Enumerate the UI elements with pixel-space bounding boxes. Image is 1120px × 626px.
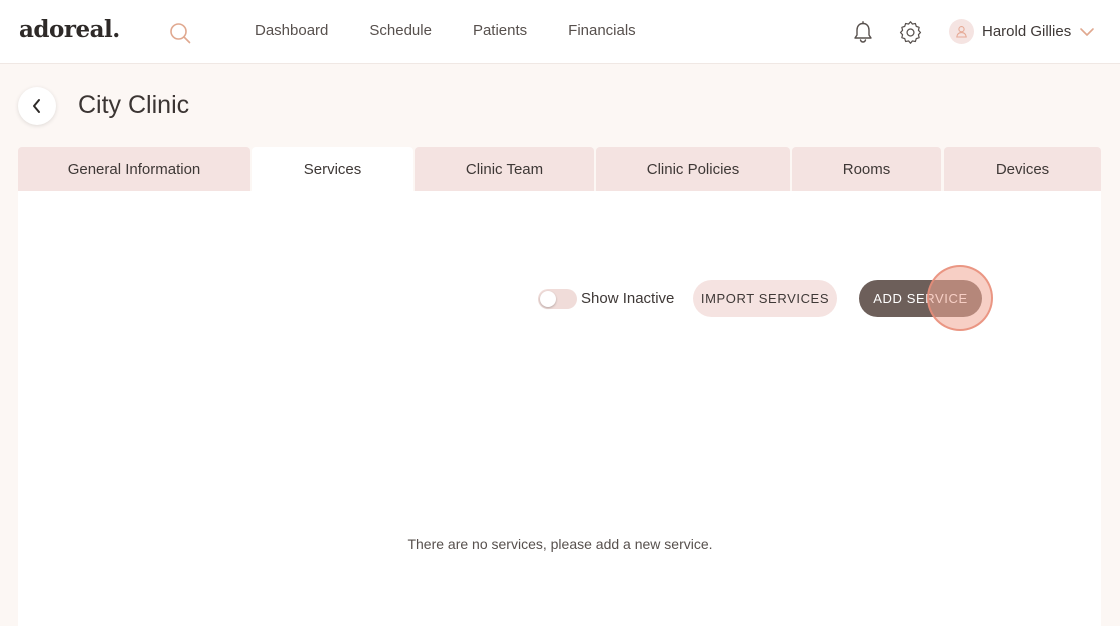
logo[interactable]: adoreal. (19, 16, 120, 43)
user-menu[interactable]: Harold Gillies (949, 19, 1095, 44)
tab-clinic-team[interactable]: Clinic Team (415, 147, 594, 192)
tab-services[interactable]: Services (252, 147, 413, 192)
show-inactive-toggle[interactable] (538, 289, 577, 309)
page-title: City Clinic (78, 91, 190, 119)
tab-clinic-policies[interactable]: Clinic Policies (596, 147, 790, 192)
services-panel (18, 191, 1101, 626)
main-nav: Dashboard Schedule Patients Financials (255, 22, 677, 39)
add-service-button[interactable]: ADD SERVICE (859, 280, 982, 317)
avatar (949, 19, 974, 44)
nav-item-schedule[interactable]: Schedule (369, 22, 432, 39)
show-inactive-label: Show Inactive (581, 290, 675, 307)
nav-item-financials[interactable]: Financials (568, 22, 636, 39)
back-button[interactable] (18, 87, 56, 125)
bell-icon[interactable] (852, 21, 874, 44)
gear-icon[interactable] (899, 21, 922, 44)
user-name: Harold Gillies (982, 23, 1072, 40)
tab-general-information[interactable]: General Information (18, 147, 250, 192)
top-bar: adoreal. Dashboard Schedule Patients Fin… (0, 0, 1120, 64)
chevron-down-icon (1080, 27, 1095, 36)
chevron-left-icon (33, 99, 40, 113)
empty-state-message: There are no services, please add a new … (407, 536, 713, 552)
nav-item-dashboard[interactable]: Dashboard (255, 22, 328, 39)
search-icon[interactable] (169, 22, 191, 44)
nav-item-patients[interactable]: Patients (473, 22, 527, 39)
tab-devices[interactable]: Devices (944, 147, 1101, 192)
user-icon (956, 26, 967, 38)
toggle-knob (540, 291, 556, 307)
import-services-button[interactable]: IMPORT SERVICES (693, 280, 837, 317)
tab-rooms[interactable]: Rooms (792, 147, 941, 192)
